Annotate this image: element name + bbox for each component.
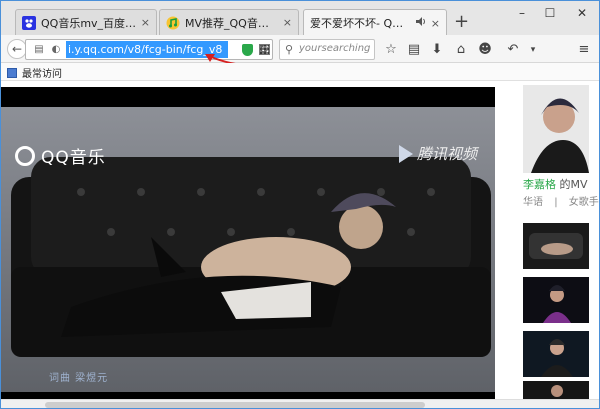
search-icon: ⚲ [285, 43, 294, 56]
video-frame[interactable]: QQ音乐 腾讯视频 词曲 梁煜元 [1, 107, 495, 392]
bookmark-folder-icon [7, 67, 17, 78]
home-icon[interactable]: ⌂ [452, 41, 470, 59]
tab-label: MV推荐_QQ音乐-听我想... [185, 16, 279, 30]
bookmark-star-icon[interactable]: ☆ [382, 41, 400, 59]
clipboard-icon[interactable]: ▤ [405, 41, 423, 59]
baidu-paw-icon [22, 15, 36, 30]
globe-icon[interactable]: ◐ [50, 44, 62, 56]
qq-music-icon [166, 16, 180, 30]
tag-gender[interactable]: 女歌手 [569, 197, 599, 208]
singer-mv-title[interactable]: 李嘉格 的MV [523, 176, 588, 192]
horizontal-scrollbar[interactable] [1, 399, 599, 408]
navigation-bar: ← ▤ ◐ i.y.qq.com/v8/fcg-bin/fcg_v8 ↻ ⚲ y… [1, 35, 599, 63]
menu-icon[interactable]: ≡ [575, 41, 593, 59]
mv-thumbnail[interactable] [523, 277, 589, 323]
maximize-button[interactable]: ☐ [541, 6, 559, 20]
tab-label: QQ音乐mv_百度搜索 [41, 16, 137, 30]
qq-music-ring-icon [15, 145, 35, 166]
tab-baidu-search[interactable]: QQ音乐mv_百度搜索 × [15, 9, 157, 35]
page-content: QQ音乐 腾讯视频 词曲 梁煜元 李嘉格 的MV 华语 | 女歌手 [1, 81, 599, 408]
tab-label: 爱不爱坏不坏- QQ音乐 -... [310, 17, 411, 30]
browser-window: QQ音乐mv_百度搜索 × MV推荐_QQ音乐-听我想... × 爱不爱坏不坏-… [0, 0, 600, 409]
video-credit-caption: 词曲 梁煜元 [49, 373, 109, 384]
qq-music-logo-text: QQ音乐 [41, 148, 106, 168]
page-icon[interactable]: ▤ [33, 44, 45, 56]
undo-icon[interactable]: ↶ [504, 41, 522, 59]
video-player[interactable]: QQ音乐 腾讯视频 词曲 梁煜元 [1, 87, 495, 399]
tab-active-video[interactable]: 爱不爱坏不坏- QQ音乐 -... × [303, 9, 447, 36]
tab-close-button[interactable]: × [141, 16, 150, 29]
tab-close-button[interactable]: × [431, 17, 440, 30]
tencent-video-logo: 腾讯视频 [398, 143, 477, 164]
qq-music-logo: QQ音乐 [15, 143, 106, 168]
smiley-icon[interactable]: ☻ [476, 41, 494, 59]
close-window-button[interactable]: ✕ [573, 6, 591, 20]
download-icon[interactable]: ⬇ [428, 41, 446, 59]
play-icon [398, 144, 413, 163]
singer-tags: 华语 | 女歌手 [523, 193, 599, 208]
mv-thumbnail[interactable] [523, 381, 589, 399]
tag-separator: | [554, 197, 558, 208]
search-placeholder: yoursearching [299, 43, 371, 54]
tab-mv-recommend[interactable]: MV推荐_QQ音乐-听我想... × [159, 9, 299, 35]
tencent-video-logo-text: 腾讯视频 [416, 145, 477, 163]
new-tab-button[interactable]: + [454, 13, 469, 31]
mv-thumbnail[interactable] [523, 331, 589, 377]
tag-language[interactable]: 华语 [523, 197, 543, 208]
tab-strip: QQ音乐mv_百度搜索 × MV推荐_QQ音乐-听我想... × 爱不爱坏不坏-… [1, 1, 599, 36]
bookmarks-bar: 最常访问 [1, 63, 599, 81]
singer-photo[interactable] [523, 85, 589, 173]
bookmark-label: 最常访问 [22, 69, 62, 80]
singer-mv-suffix: 的MV [556, 178, 588, 191]
tab-close-button[interactable]: × [283, 16, 292, 29]
speaker-icon[interactable] [415, 16, 427, 30]
mv-thumbnail[interactable] [523, 223, 589, 269]
minimize-button[interactable]: – [513, 6, 531, 20]
bookmark-most-visited[interactable]: 最常访问 [7, 65, 62, 80]
search-bar[interactable]: ⚲ yoursearching [279, 39, 375, 60]
back-icon[interactable]: ← [7, 39, 27, 59]
chevron-down-icon[interactable]: ▾ [524, 41, 542, 59]
video-scene [11, 157, 491, 357]
scrollbar-thumb[interactable] [45, 402, 425, 408]
singer-name-link[interactable]: 李嘉格 [523, 178, 556, 191]
